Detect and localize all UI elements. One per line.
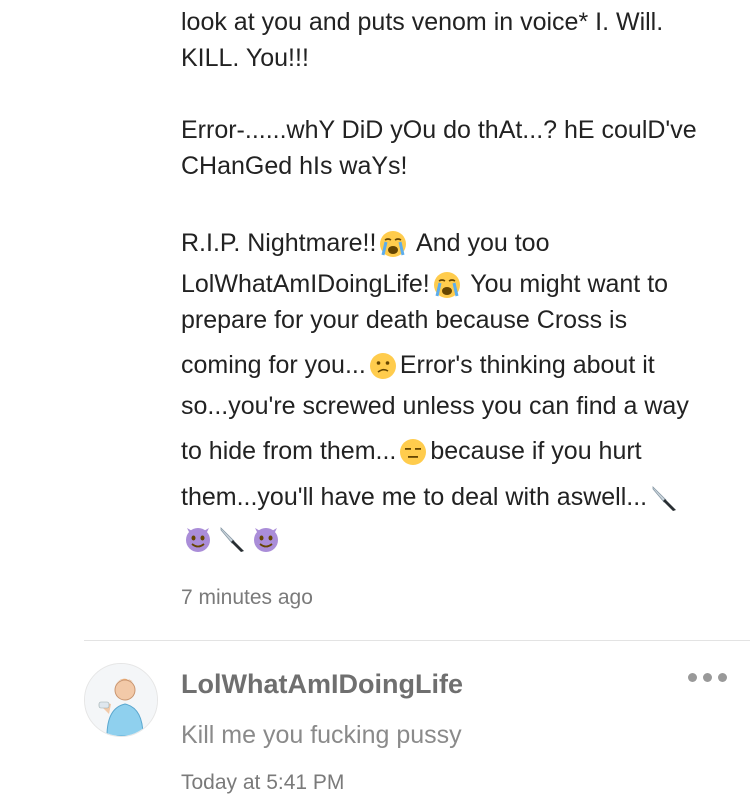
reply-comment: LolWhatAmIDoingLife Kill me you fucking … <box>0 641 750 798</box>
knife-icon <box>217 524 247 554</box>
expressionless-face-icon <box>398 437 428 467</box>
reply-author[interactable]: LolWhatAmIDoingLife <box>181 669 463 700</box>
smiling-face-with-horns-icon <box>251 524 281 554</box>
reply-text: Kill me you fucking pussy <box>181 721 462 749</box>
comment-line: Error-......whY DiD yOu do thAt...? hE c… <box>181 116 697 144</box>
comment-line: CHanGed hIs waYs! <box>181 152 408 180</box>
smiling-face-with-horns-icon <box>183 524 213 554</box>
comment-line: so...you're screwed unless you can find … <box>181 392 689 420</box>
comment-line: R.I.P. Nightmare!! And you too <box>181 220 731 266</box>
more-horizontal-icon[interactable] <box>686 671 730 685</box>
loudly-crying-face-icon <box>378 229 408 259</box>
loudly-crying-face-icon <box>432 270 462 300</box>
comment-line: KILL. You!!! <box>181 44 309 72</box>
reply-timestamp: Today at 5:41 PM <box>181 771 345 794</box>
emoji-row <box>181 520 731 556</box>
knife-icon <box>649 483 679 513</box>
comment-line: them...you'll have me to deal with aswel… <box>181 474 731 520</box>
comment-line: look at you and puts venom in voice* I. … <box>181 8 664 36</box>
comment-timestamp: 7 minutes ago <box>181 586 313 609</box>
comment-body: look at you and puts venom in voice* I. … <box>181 0 731 556</box>
comment-line: LolWhatAmIDoingLife! You might want to <box>181 266 731 302</box>
comment-line: to hide from them... because if you hurt <box>181 428 731 474</box>
comment-line: prepare for your death because Cross is <box>181 306 628 334</box>
avatar[interactable] <box>84 663 158 737</box>
comment-line: coming for you... Error's thinking about … <box>181 342 731 388</box>
confused-face-icon <box>368 351 398 381</box>
